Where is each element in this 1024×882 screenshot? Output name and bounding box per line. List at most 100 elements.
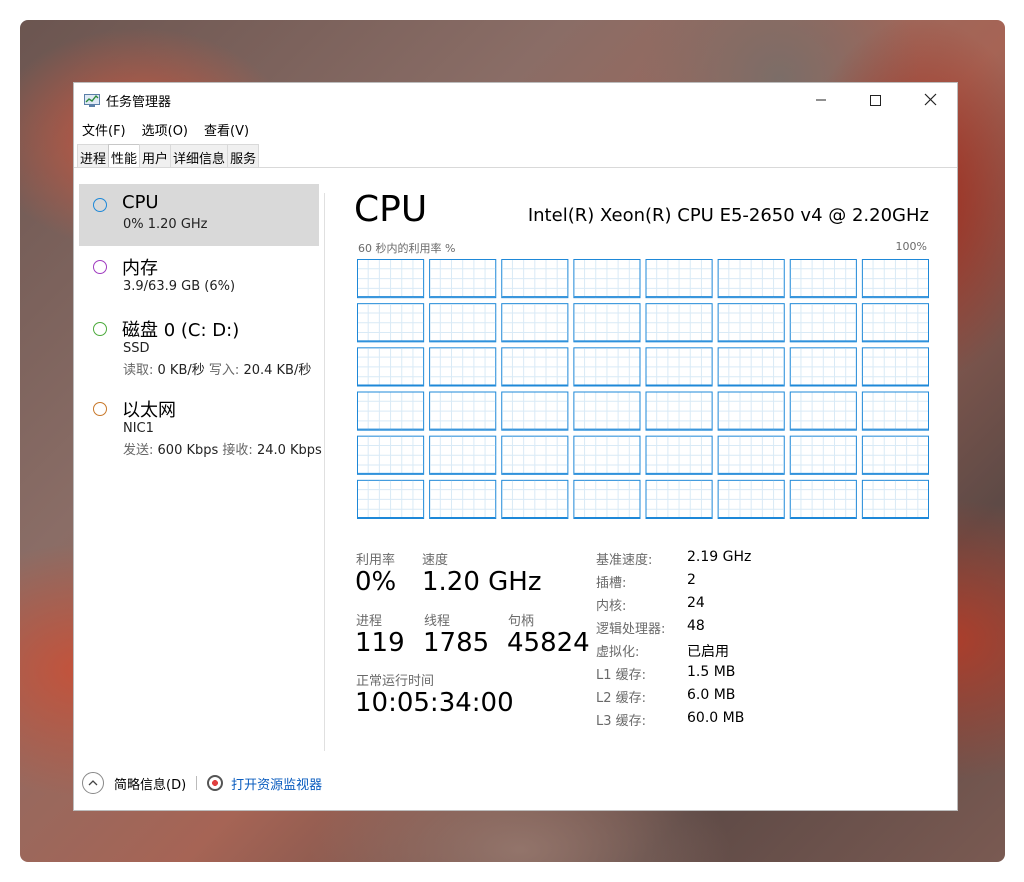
core-graph	[357, 391, 425, 431]
speed-value: 1.20 GHz	[422, 567, 542, 597]
sidebar-item-sub: 3.9/63.9 GB (6%)	[123, 279, 236, 294]
spec-key: 逻辑处理器:	[596, 622, 666, 637]
summary-toggle-button[interactable]	[82, 772, 104, 794]
footer-bar: 简略信息(D) 打开资源监视器	[82, 771, 322, 795]
core-graph	[573, 347, 641, 387]
memory-indicator-icon	[93, 260, 107, 274]
core-graph	[861, 391, 929, 431]
core-graph	[357, 259, 425, 299]
core-graph	[501, 435, 569, 475]
core-graph	[717, 391, 785, 431]
core-graph	[789, 347, 857, 387]
sidebar-item-title: CPU	[122, 192, 159, 213]
uptime-label: 正常运行时间	[356, 674, 435, 689]
handle-value: 45824	[507, 628, 590, 658]
core-graph	[717, 347, 785, 387]
spec-key: 插槽:	[596, 576, 627, 591]
core-graph	[645, 347, 713, 387]
sidebar-item-title: 以太网	[122, 400, 176, 421]
spec-key: L2 缓存:	[596, 691, 647, 706]
sidebar-item-ethernet[interactable]: 以太网 NIC1 发送: 600 Kbps 接收: 24.0 Kbps	[79, 388, 322, 468]
core-graph	[429, 347, 497, 387]
cpu-graph-grid	[357, 259, 929, 519]
menu-bar: 文件(F) 选项(O) 查看(V)	[82, 120, 249, 140]
tab-users[interactable]: 用户	[139, 144, 172, 167]
open-resource-monitor-link[interactable]: 打开资源监视器	[231, 774, 322, 793]
sidebar-item-sub2: 读取: 0 KB/秒 写入: 20.4 KB/秒	[123, 359, 311, 378]
minimize-icon	[816, 99, 826, 101]
core-graph	[501, 259, 569, 299]
core-graph	[429, 479, 497, 519]
sidebar-item-sub: SSD	[123, 341, 150, 356]
menu-options[interactable]: 选项(O)	[142, 120, 188, 140]
core-graph	[789, 391, 857, 431]
maximize-button[interactable]	[850, 83, 900, 117]
core-graph	[429, 435, 497, 475]
core-graph	[645, 259, 713, 299]
minimize-button[interactable]	[796, 83, 846, 117]
core-graph	[429, 391, 497, 431]
task-manager-icon	[84, 94, 100, 107]
receive-value: 24.0 Kbps	[256, 443, 322, 458]
util-value: 0%	[355, 567, 397, 597]
window-title: 任务管理器	[106, 95, 172, 110]
sidebar-item-disk[interactable]: 磁盘 0 (C: D:) SSD 读取: 0 KB/秒 写入: 20.4 KB/…	[79, 308, 319, 388]
send-label: 发送:	[123, 443, 154, 458]
resource-monitor-icon	[207, 775, 224, 791]
menu-file[interactable]: 文件(F)	[82, 120, 126, 140]
tab-strip: 进程 性能 用户 详细信息 服务	[77, 144, 260, 168]
send-value: 600 Kbps	[157, 443, 219, 458]
core-graph	[357, 347, 425, 387]
spec-value: 2	[687, 572, 696, 588]
core-graph	[357, 303, 425, 343]
maximize-icon	[870, 95, 881, 106]
tab-processes[interactable]: 进程	[77, 144, 110, 167]
spec-key: 基准速度:	[596, 553, 653, 568]
spec-value: 2.19 GHz	[687, 549, 752, 565]
close-icon	[924, 93, 937, 106]
core-graph	[861, 435, 929, 475]
read-label: 读取:	[123, 363, 154, 378]
cpu-core-graphs[interactable]	[357, 259, 929, 519]
core-graph	[501, 391, 569, 431]
ethernet-indicator-icon	[93, 402, 107, 416]
tab-performance[interactable]: 性能	[108, 144, 141, 168]
write-label: 写入:	[208, 363, 240, 378]
sidebar-item-memory[interactable]: 内存 3.9/63.9 GB (6%)	[79, 246, 319, 308]
resource-list: CPU 0% 1.20 GHz 内存 3.9/63.9 GB (6%) 磁盘 0…	[79, 184, 322, 468]
core-graph	[573, 435, 641, 475]
core-graph	[717, 435, 785, 475]
speed-label: 速度	[422, 553, 449, 568]
sidebar-item-sub: NIC1	[123, 421, 154, 436]
thread-label: 线程	[424, 614, 451, 629]
uptime-value: 10:05:34:00	[355, 688, 514, 718]
sidebar-item-cpu[interactable]: CPU 0% 1.20 GHz	[79, 184, 319, 246]
spec-key: L1 缓存:	[596, 668, 647, 683]
title-bar[interactable]: 任务管理器	[74, 83, 957, 117]
core-graph	[861, 259, 929, 299]
core-graph	[645, 479, 713, 519]
panel-divider[interactable]	[324, 193, 325, 751]
summary-label[interactable]: 简略信息(D)	[114, 774, 186, 793]
cpu-model: Intel(R) Xeon(R) CPU E5-2650 v4 @ 2.20GH…	[527, 205, 929, 226]
tab-details[interactable]: 详细信息	[170, 144, 229, 167]
core-graph	[501, 303, 569, 343]
graph-max-label: 100%	[895, 240, 927, 253]
handle-label: 句柄	[508, 614, 535, 629]
spec-value: 6.0 MB	[687, 687, 736, 703]
core-graph	[717, 479, 785, 519]
tab-divider	[74, 167, 957, 168]
core-graph	[357, 435, 425, 475]
spec-value: 已启用	[687, 644, 729, 660]
thread-value: 1785	[423, 628, 490, 658]
core-graph	[573, 391, 641, 431]
close-button[interactable]	[905, 83, 955, 117]
util-label: 利用率	[356, 553, 396, 568]
tab-services[interactable]: 服务	[227, 144, 260, 167]
core-graph	[357, 479, 425, 519]
write-value: 20.4 KB/秒	[243, 363, 312, 378]
graph-label: 60 秒内的利用率 %	[358, 242, 456, 255]
core-graph	[789, 259, 857, 299]
spec-value: 24	[687, 595, 705, 611]
menu-view[interactable]: 查看(V)	[204, 120, 249, 140]
